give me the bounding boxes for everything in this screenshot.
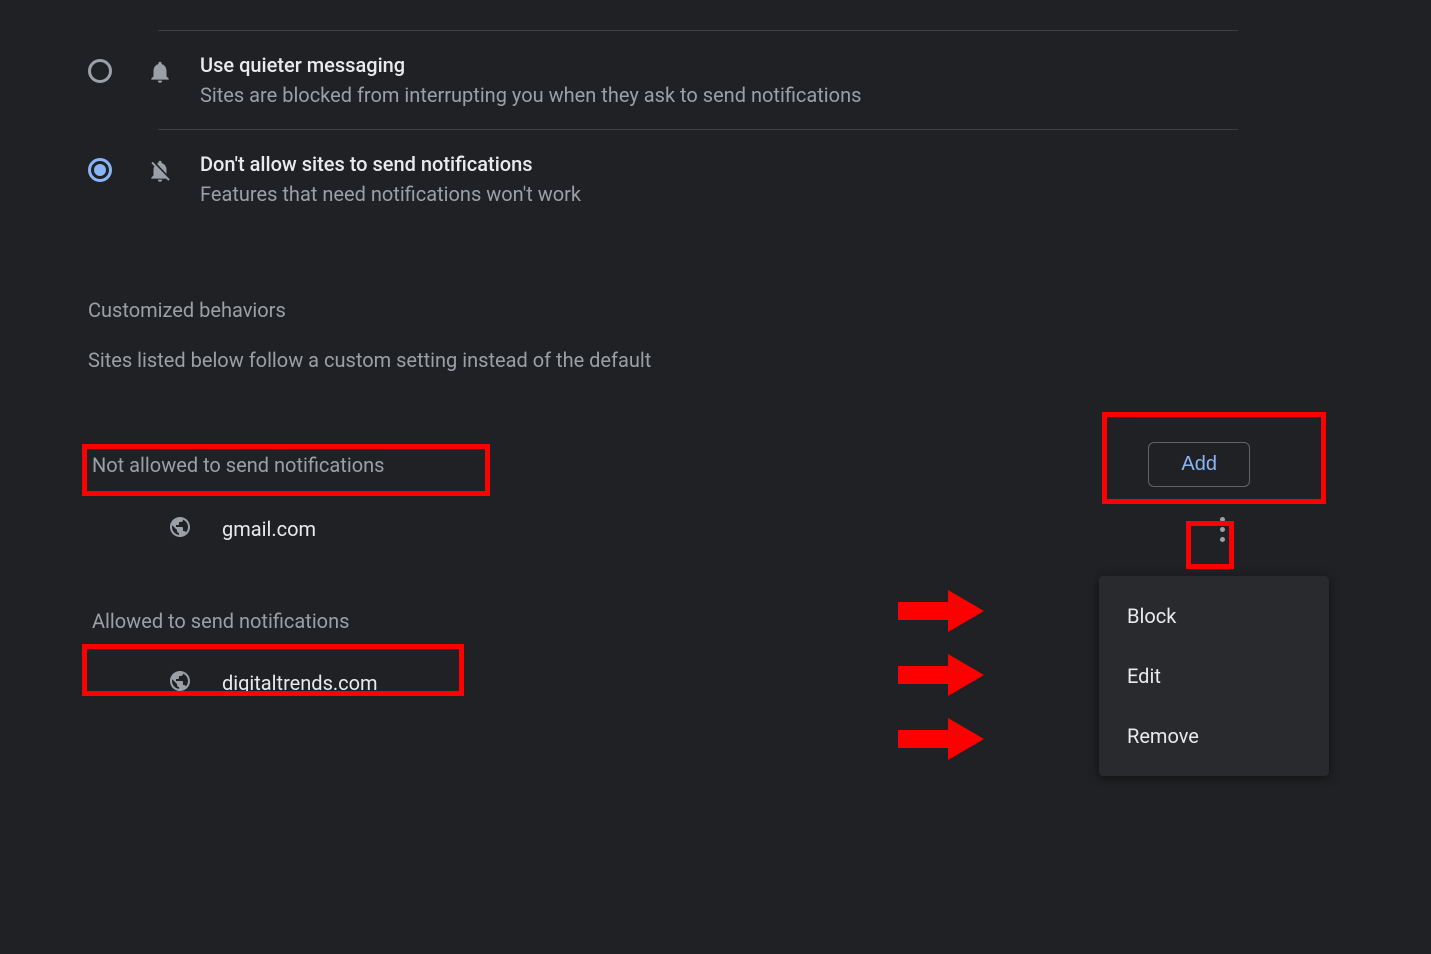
site-row: digitaltrends.com [88,641,1260,725]
customized-behaviors-heading: Customized behaviors [88,298,1260,322]
option-quieter-messaging[interactable]: Use quieter messaging Sites are blocked … [88,47,1260,129]
allowed-label: Allowed to send notifications [88,601,353,641]
option-title: Use quieter messaging [200,53,861,77]
more-vert-icon [1220,517,1225,542]
menu-item-block[interactable]: Block [1099,586,1329,646]
radio-unselected-icon[interactable] [88,59,112,83]
globe-icon [168,515,192,543]
divider [158,30,1238,31]
option-title: Don't allow sites to send notifications [200,152,581,176]
site-row: gmail.com [88,487,1260,571]
more-actions-menu: Block Edit Remove [1099,576,1329,776]
bell-off-icon [140,158,180,184]
more-actions-button[interactable] [1204,511,1240,547]
option-dont-allow[interactable]: Don't allow sites to send notifications … [88,146,1260,228]
option-desc: Features that need notifications won't w… [200,182,581,206]
radio-selected-icon[interactable] [88,158,112,182]
site-label: digitaltrends.com [222,671,378,695]
not-allowed-header: Not allowed to send notifications Add [88,442,1260,487]
divider [158,129,1238,130]
site-label: gmail.com [222,517,316,541]
customized-behaviors-sub: Sites listed below follow a custom setti… [88,348,1260,372]
menu-item-remove[interactable]: Remove [1099,706,1329,766]
menu-item-edit[interactable]: Edit [1099,646,1329,706]
bell-icon [140,59,180,85]
add-button[interactable]: Add [1148,442,1250,487]
not-allowed-label: Not allowed to send notifications [88,445,388,485]
globe-icon [168,669,192,697]
option-desc: Sites are blocked from interrupting you … [200,83,861,107]
allowed-header: Allowed to send notifications [88,601,1260,641]
